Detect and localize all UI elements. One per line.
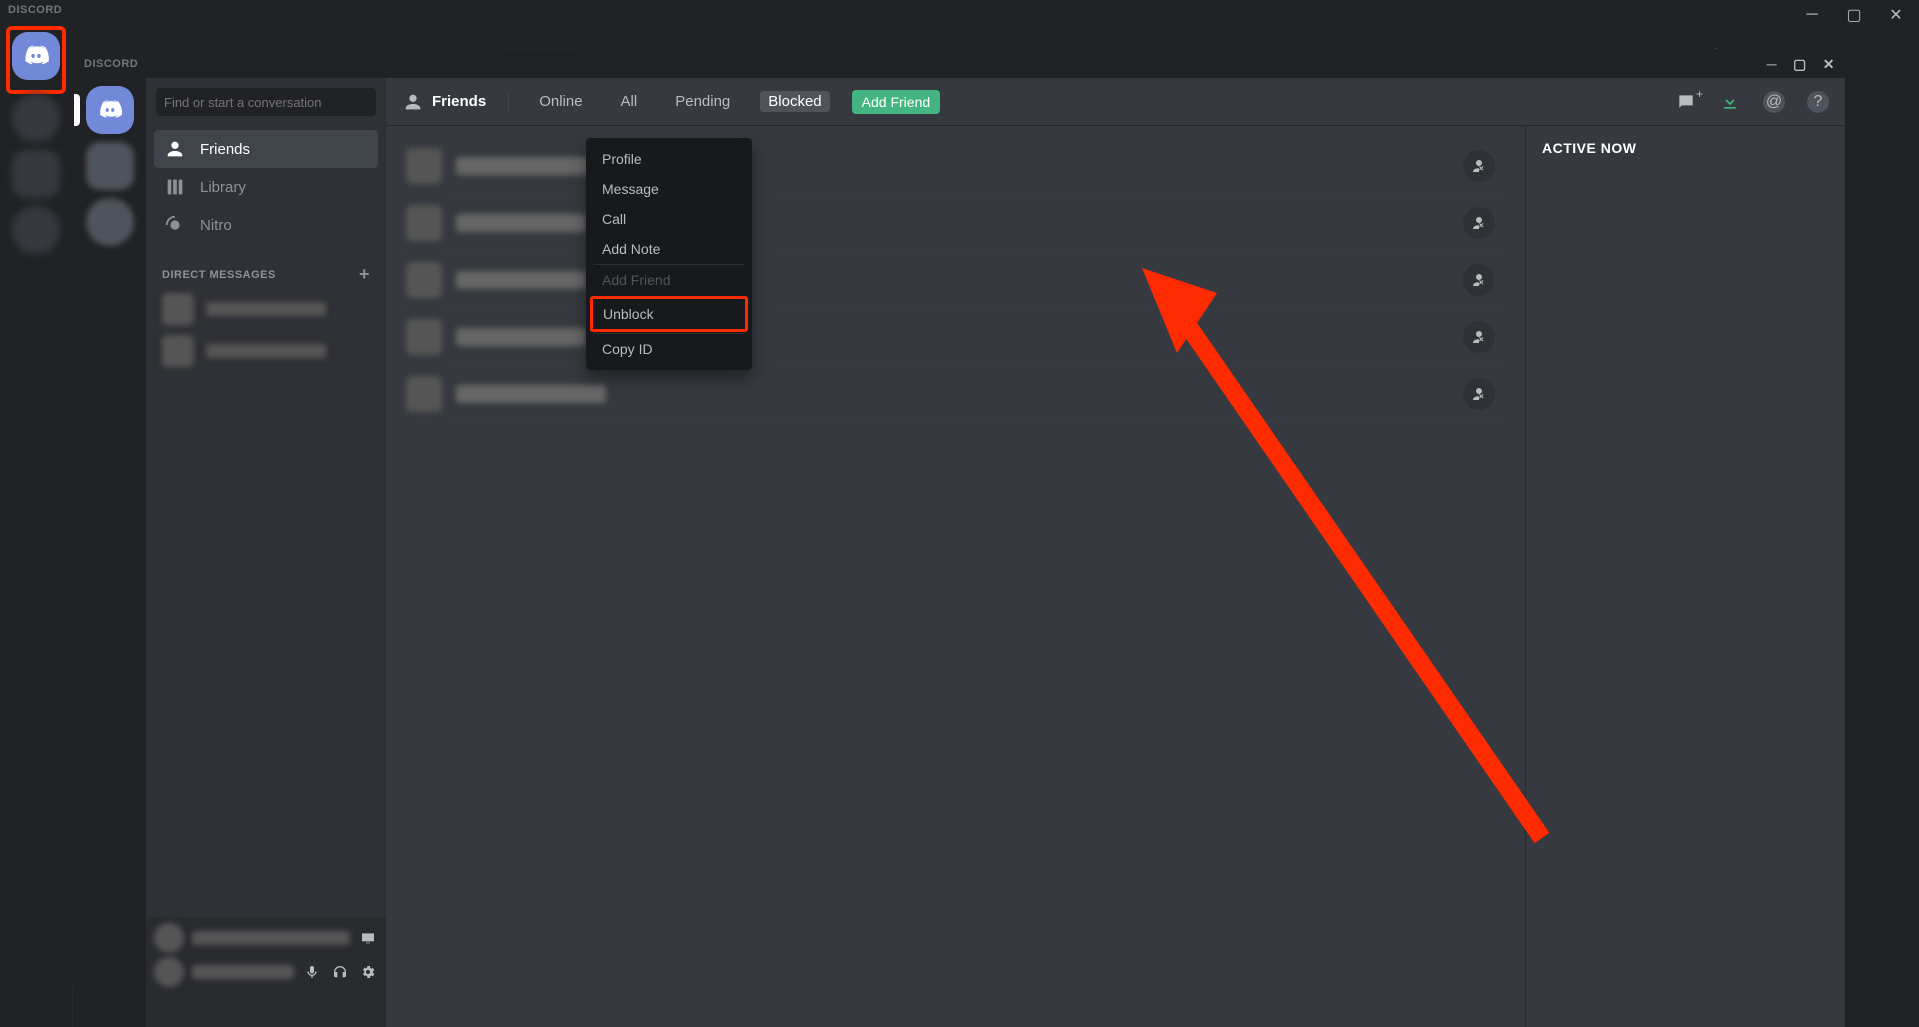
username-blur	[456, 385, 606, 403]
app-title: DISCORD	[8, 4, 62, 16]
avatar	[406, 148, 442, 184]
close-icon[interactable]: ✕	[1823, 56, 1835, 73]
inner-titlebar: DISCORD ─ ▢ ✕	[74, 50, 1845, 78]
dm-heading: DIRECT MESSAGES +	[146, 248, 386, 289]
sidebar-item-library[interactable]: Library	[154, 168, 378, 206]
main-header: Friends Online All Pending Blocked Add F…	[386, 78, 1845, 126]
search-container	[146, 78, 386, 126]
unblock-user-icon[interactable]	[1463, 264, 1495, 296]
new-group-dm-icon[interactable]	[1675, 91, 1697, 113]
ctx-profile[interactable]: Profile	[592, 144, 746, 174]
nitro-icon	[164, 214, 186, 236]
main-content: Friends Online All Pending Blocked Add F…	[386, 78, 1845, 1027]
username-blur	[456, 328, 586, 346]
download-icon[interactable]	[1719, 91, 1741, 113]
username-blur	[192, 931, 350, 945]
server-list	[74, 78, 146, 1027]
tab-blocked[interactable]: Blocked	[760, 91, 829, 112]
search-input[interactable]	[156, 88, 376, 116]
server-button[interactable]	[86, 198, 134, 246]
page-title: Friends	[402, 91, 486, 113]
home-server-highlight	[6, 26, 66, 94]
username-blur	[456, 271, 586, 289]
ctx-copy-id[interactable]: Copy ID	[592, 333, 746, 364]
ctx-add-friend: Add Friend	[592, 264, 746, 295]
friends-icon	[164, 138, 186, 160]
context-menu: Profile Message Call Add Note Add Friend…	[586, 138, 752, 370]
active-now-title: ACTIVE NOW	[1542, 140, 1829, 156]
friends-icon	[402, 91, 424, 113]
ctx-message[interactable]: Message	[592, 174, 746, 204]
gear-icon[interactable]	[358, 962, 378, 982]
dm-list	[146, 289, 386, 917]
friend-row[interactable]	[396, 366, 1505, 423]
avatar	[406, 262, 442, 298]
unblock-user-icon[interactable]	[1463, 378, 1495, 410]
server-button[interactable]	[12, 150, 60, 198]
server-button[interactable]	[12, 94, 60, 142]
username-blur	[192, 965, 294, 979]
friend-row[interactable]	[396, 309, 1505, 366]
help-icon[interactable]: ?	[1807, 91, 1829, 113]
inner-window: DISCORD ─ ▢ ✕	[74, 50, 1845, 1027]
tab-all[interactable]: All	[613, 91, 646, 112]
avatar[interactable]	[154, 923, 184, 953]
mic-icon[interactable]	[302, 962, 322, 982]
discord-logo-icon	[22, 42, 50, 70]
blocked-users-list: Profile Message Call Add Note Add Friend…	[386, 126, 1525, 1027]
home-server-button[interactable]	[12, 32, 60, 80]
dm-heading-label: DIRECT MESSAGES	[162, 269, 276, 281]
ctx-unblock[interactable]: Unblock	[590, 296, 748, 332]
unblock-user-icon[interactable]	[1463, 150, 1495, 182]
friend-row[interactable]	[396, 195, 1505, 252]
sidebar-item-label: Library	[200, 179, 246, 196]
library-icon	[164, 176, 186, 198]
outer-titlebar: DISCORD	[0, 0, 1919, 20]
ctx-add-note[interactable]: Add Note	[592, 234, 746, 264]
avatar	[406, 319, 442, 355]
dm-item[interactable]	[154, 331, 378, 371]
avatar[interactable]	[154, 957, 184, 987]
sidebar-item-nitro[interactable]: Nitro	[154, 206, 378, 244]
outer-server-list	[0, 20, 72, 1027]
avatar	[406, 205, 442, 241]
minimize-icon[interactable]: ─	[1767, 56, 1777, 73]
maximize-icon[interactable]: ▢	[1793, 56, 1807, 73]
user-panel	[146, 917, 386, 1027]
screen-share-icon[interactable]	[358, 928, 378, 948]
friend-row[interactable]	[396, 252, 1505, 309]
server-button[interactable]	[12, 206, 60, 254]
inner-app-title: DISCORD	[84, 58, 138, 70]
dm-sidebar: Friends Library Nitro DIRECT MESSAGES	[146, 78, 386, 1027]
outer-window: DISCORD ─ ▢ ✕ ● — — Add Friend 💬+	[0, 0, 1919, 1027]
add-dm-icon[interactable]: +	[359, 264, 370, 285]
sidebar-item-label: Nitro	[200, 217, 232, 234]
discord-logo-icon	[97, 97, 123, 123]
sidebar-item-label: Friends	[200, 141, 250, 158]
tab-online[interactable]: Online	[531, 91, 590, 112]
divider	[508, 92, 509, 112]
username-blur	[456, 214, 586, 232]
unblock-user-icon[interactable]	[1463, 207, 1495, 239]
avatar	[406, 376, 442, 412]
server-button[interactable]	[86, 142, 134, 190]
sidebar-item-friends[interactable]: Friends	[154, 130, 378, 168]
home-server-button[interactable]	[86, 86, 134, 134]
ctx-call[interactable]: Call	[592, 204, 746, 234]
headphones-icon[interactable]	[330, 962, 350, 982]
unblock-user-icon[interactable]	[1463, 321, 1495, 353]
dm-item[interactable]	[154, 289, 378, 329]
tab-pending[interactable]: Pending	[667, 91, 738, 112]
friend-row[interactable]	[396, 138, 1505, 195]
add-friend-button[interactable]: Add Friend	[852, 90, 940, 114]
active-now-panel: ACTIVE NOW	[1525, 126, 1845, 1027]
mentions-icon[interactable]: @	[1763, 91, 1785, 113]
